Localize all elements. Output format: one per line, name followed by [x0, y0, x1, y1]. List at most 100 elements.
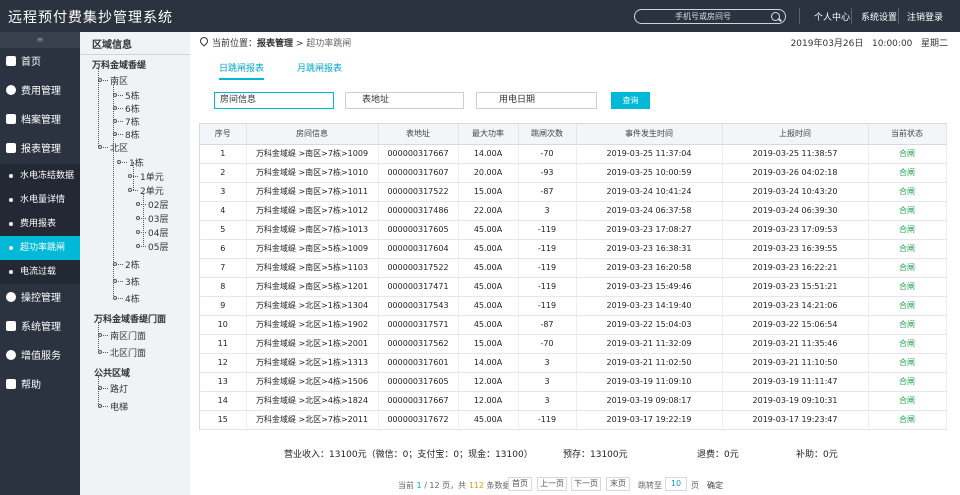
nav-report-management[interactable]: 报表管理: [0, 135, 80, 164]
goto-page-input[interactable]: 10: [665, 477, 687, 491]
table-cell: 000000317543: [378, 296, 459, 316]
tree-node[interactable]: 4栋: [125, 292, 140, 305]
pager-count: 112: [468, 481, 484, 490]
prev-page-button[interactable]: 上一页: [537, 477, 567, 491]
table-row[interactable]: 7 万科金域缇 >南区>5栋>1103 000000317522 45.00A -119…: [200, 258, 947, 278]
status-badge: 合闸: [868, 296, 947, 316]
status-badge: 合闸: [868, 201, 947, 221]
tree-node[interactable]: 1单元: [140, 170, 164, 183]
status-badge: 合闸: [868, 410, 947, 430]
table-cell: 000000317522: [378, 258, 459, 278]
table-cell: 2019-03-19 09:08:17: [576, 391, 723, 411]
tree-branch: [116, 134, 123, 135]
tree-node[interactable]: 05层: [148, 240, 168, 253]
tree-node[interactable]: 1栋: [129, 156, 144, 169]
tree-branch: [101, 147, 108, 148]
status-badge: 合闸: [868, 315, 947, 335]
table-row[interactable]: 14 万科金域缇 >北区>4栋>1824 000000317667 12.00A 3 20…: [200, 391, 947, 411]
table-row[interactable]: 2 万科金域缇 >南区>7栋>1010 000000317607 20.00A -93 2…: [200, 163, 947, 183]
tree-guide: [98, 322, 99, 352]
table-row[interactable]: 11 万科金域缇 >北区>1栋>2001 000000317562 15.00A -70…: [200, 334, 947, 354]
table-cell: 22.00A: [458, 201, 519, 221]
tree-node[interactable]: 3栋: [125, 275, 140, 288]
tree-node[interactable]: 02层: [148, 198, 168, 211]
menu-collapse-icon[interactable]: ≡: [0, 32, 80, 48]
table-cell: 3: [518, 372, 577, 392]
bullet-icon: [9, 198, 13, 202]
archive-icon: [6, 114, 16, 124]
nav-label: 费用管理: [21, 86, 61, 97]
usage-date-input[interactable]: 用电日期: [476, 92, 597, 109]
tree-node[interactable]: 南区门面: [110, 329, 146, 342]
breadcrumb-sep: >: [293, 39, 307, 49]
tree-node[interactable]: 北区门面: [110, 346, 146, 359]
divider: [80, 54, 190, 55]
tree-node[interactable]: 万科金域香缇门面: [94, 312, 166, 325]
tree-node[interactable]: 电梯: [110, 400, 128, 413]
nav-system-management[interactable]: 系统管理: [0, 313, 80, 342]
table-cell: 2019-03-19 11:11:47: [722, 372, 869, 392]
breadcrumb-section[interactable]: 报表管理: [257, 39, 293, 49]
sub-current-overload[interactable]: 电流过载: [0, 260, 80, 284]
table-row[interactable]: 12 万科金域缇 >北区>1栋>1313 000000317601 14.00A 3 20…: [200, 353, 947, 373]
tree-node[interactable]: 6栋: [125, 102, 140, 115]
table-cell: 万科金域缇 >北区>1栋>1902: [246, 315, 379, 335]
nav-fee-management[interactable]: 费用管理: [0, 77, 80, 106]
table-row[interactable]: 3 万科金域缇 >南区>7栋>1011 000000317522 15.00A -87 2…: [200, 182, 947, 202]
sub-fee-report[interactable]: 费用报表: [0, 212, 80, 236]
tree-guide: [98, 376, 99, 406]
table-row[interactable]: 15 万科金域缇 >北区>7栋>2011 000000317672 45.00A -11…: [200, 410, 947, 430]
tree-node[interactable]: 2栋: [125, 258, 140, 271]
tree-node[interactable]: 万科金域香缇: [92, 58, 146, 71]
tree-node[interactable]: 5栋: [125, 89, 140, 102]
table-row[interactable]: 9 万科金域缇 >北区>1栋>1304 000000317543 45.00A -119…: [200, 296, 947, 316]
column-header: 跳闸次数: [518, 124, 577, 145]
nav-control-management[interactable]: 操控管理: [0, 284, 80, 313]
tab-daily-report[interactable]: 日跳闸报表: [219, 61, 265, 80]
breadcrumb: 当前位置：报表管理 > 超功率跳闸: [212, 36, 351, 49]
table-row[interactable]: 13 万科金域缇 >北区>4栋>1506 000000317605 12.00A 3 20…: [200, 372, 947, 392]
sub-label: 水电冻结数据: [20, 171, 75, 181]
meter-address-input[interactable]: 表地址: [345, 92, 464, 109]
personal-center-link[interactable]: 个人中心: [814, 10, 850, 23]
table-row[interactable]: 6 万科金域缇 >南区>5栋>1009 000000317604 45.00A -119…: [200, 239, 947, 259]
nav-home[interactable]: 首页: [0, 48, 80, 77]
search-icon[interactable]: [771, 12, 780, 21]
nav-label: 帮助: [21, 380, 41, 391]
nav-value-added[interactable]: 增值服务: [0, 342, 80, 371]
tree-node[interactable]: 8栋: [125, 128, 140, 141]
table-row[interactable]: 4 万科金域缇 >南区>7栋>1012 000000317486 22.00A 3 201…: [200, 201, 947, 221]
goto-label: 跳转至: [638, 481, 662, 490]
sub-freeze-data[interactable]: 水电冻结数据: [0, 164, 80, 188]
system-icon: [6, 321, 16, 331]
tree-node[interactable]: 7栋: [125, 115, 140, 128]
room-info-input[interactable]: 房间信息: [214, 92, 334, 109]
next-page-button[interactable]: 下一页: [571, 477, 601, 491]
table-row[interactable]: 10 万科金域缇 >北区>1栋>1902 000000317571 45.00A -87…: [200, 315, 947, 335]
logout-link[interactable]: 注销登录: [907, 10, 943, 23]
tab-monthly-report[interactable]: 月跳闸报表: [297, 61, 342, 74]
pager-current-page: 1: [416, 481, 422, 490]
tree-node[interactable]: 公共区域: [94, 366, 130, 379]
goto-confirm-button[interactable]: 确定: [707, 480, 723, 491]
table-row[interactable]: 5 万科金域缇 >南区>7栋>1013 000000317605 45.00A -119…: [200, 220, 947, 240]
bullet-icon: [9, 246, 13, 250]
tree-guide: [113, 84, 114, 296]
table-cell: 11: [200, 334, 247, 354]
first-page-button[interactable]: 首页: [508, 477, 532, 491]
table-row[interactable]: 1 万科金域缇 >南区>7栋>1009 000000317667 14.00A -70 2…: [200, 144, 947, 164]
table-row[interactable]: 8 万科金域缇 >南区>5栋>1201 000000317471 45.00A -119…: [200, 277, 947, 297]
query-button[interactable]: 查询: [611, 92, 650, 109]
system-settings-link[interactable]: 系统设置: [861, 10, 897, 23]
nav-archive-management[interactable]: 档案管理: [0, 106, 80, 135]
tree-node[interactable]: 03层: [148, 212, 168, 225]
table-header-row: 序号 房间信息 表地址 最大功率 跳闸次数 事件发生时间 上报时间 当前状态: [200, 124, 947, 145]
tree-node[interactable]: 路灯: [110, 382, 128, 395]
last-page-button[interactable]: 末页: [606, 477, 630, 491]
sub-usage-details[interactable]: 水电量详情: [0, 188, 80, 212]
search-input[interactable]: 手机号或房间号: [634, 9, 786, 24]
sub-overpower-trip[interactable]: 超功率跳闸: [0, 236, 80, 260]
tree-node[interactable]: 04层: [148, 226, 168, 239]
tree-branch: [101, 388, 108, 389]
nav-help[interactable]: 帮助: [0, 371, 80, 400]
